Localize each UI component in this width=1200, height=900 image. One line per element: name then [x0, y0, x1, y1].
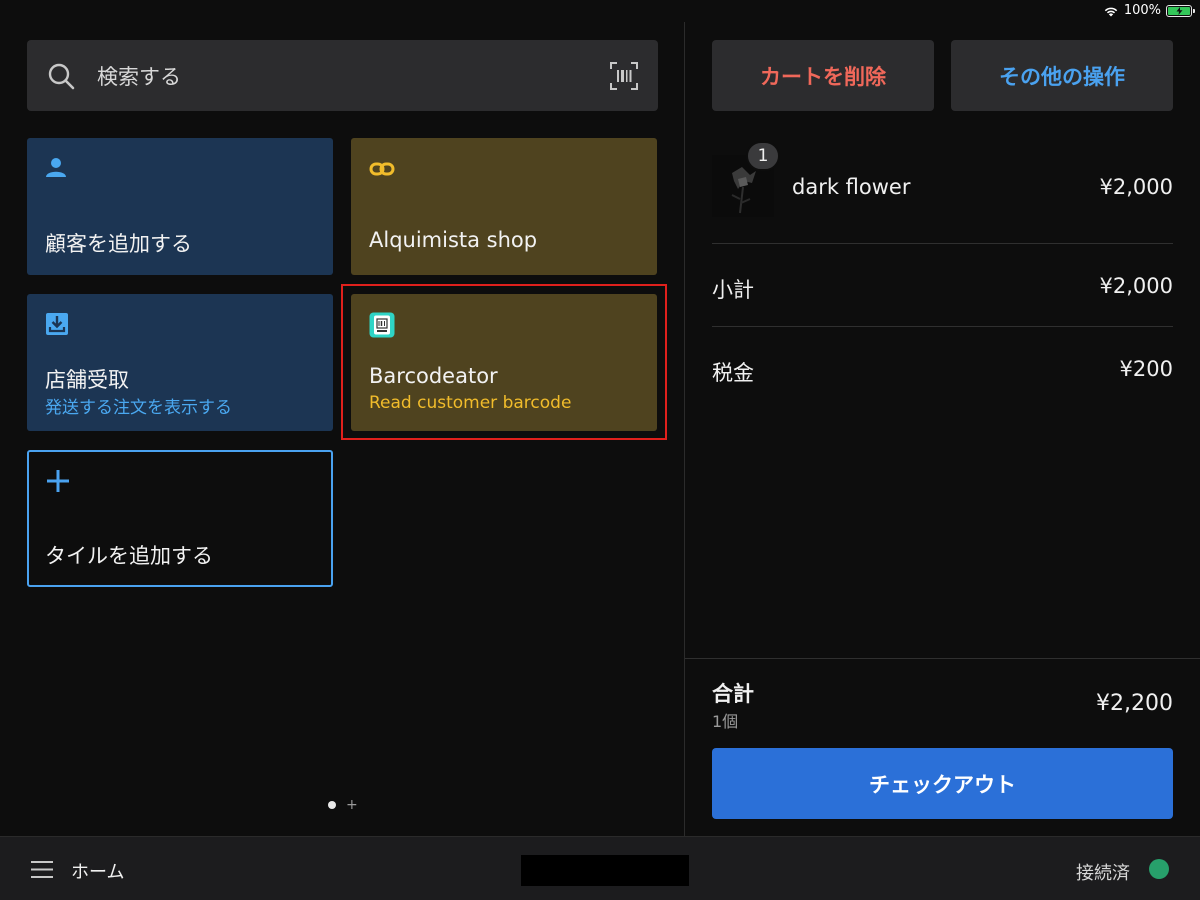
item-price: ¥2,000: [1099, 175, 1173, 199]
tile-title: 顧客を追加する: [45, 232, 192, 256]
tile-subtitle: Read customer barcode: [369, 393, 572, 413]
total-item-count: 1個: [712, 712, 739, 731]
tax-row: 税金 ¥200: [712, 357, 1173, 387]
cart-line-item[interactable]: 1 dark flower ¥2,000: [712, 141, 1173, 219]
tile-title: 店舗受取: [45, 368, 129, 392]
tax-label: 税金: [712, 361, 754, 385]
search-icon: [48, 63, 75, 89]
cart-panel: カートを削除 その他の操作 1 dark flower ¥2,000 小計 ¥2…: [685, 0, 1200, 836]
total-value: ¥2,200: [1096, 691, 1173, 716]
total-label: 合計: [712, 682, 754, 706]
divider: [712, 243, 1173, 244]
barcode-app-icon: [369, 312, 395, 338]
tile-title: タイルを追加する: [45, 544, 213, 568]
left-panel: 検索する 顧客を追加する Alquimista shop 店舗受取 発送する注文…: [0, 0, 684, 836]
connection-status-label: 接続済: [1076, 863, 1130, 884]
menu-icon[interactable]: [31, 861, 53, 878]
tile-subtitle: 発送する注文を表示する: [45, 398, 232, 418]
download-tray-icon: [46, 313, 68, 335]
subtotal-value: ¥2,000: [1099, 274, 1173, 298]
item-name: dark flower: [792, 175, 911, 199]
redacted-block: [521, 855, 689, 886]
connection-status-dot: [1149, 859, 1169, 879]
checkout-button[interactable]: チェックアウト: [712, 748, 1173, 819]
tile-add-customer[interactable]: 顧客を追加する: [27, 138, 333, 275]
quantity-badge: 1: [746, 141, 780, 171]
plus-icon: [47, 470, 69, 492]
link-icon: [369, 162, 395, 176]
tax-value: ¥200: [1119, 357, 1173, 381]
tile-store-pickup[interactable]: 店舗受取 発送する注文を表示する: [27, 294, 333, 431]
bottom-bar: ホーム 接続済: [0, 836, 1200, 900]
tile-title: Alquimista shop: [369, 228, 538, 252]
search-placeholder: 検索する: [97, 64, 181, 89]
add-page-icon[interactable]: +: [346, 798, 358, 812]
page-indicator[interactable]: +: [328, 798, 358, 812]
page-dot-active[interactable]: [328, 801, 336, 809]
subtotal-row: 小計 ¥2,000: [712, 274, 1173, 304]
divider: [685, 658, 1200, 659]
barcode-scan-icon[interactable]: [610, 62, 638, 90]
subtotal-label: 小計: [712, 278, 754, 302]
delete-cart-button[interactable]: カートを削除: [712, 40, 934, 111]
more-actions-button[interactable]: その他の操作: [951, 40, 1173, 111]
person-icon: [46, 158, 66, 177]
tile-add-tile[interactable]: タイルを追加する: [27, 450, 333, 587]
tile-alquimista-shop[interactable]: Alquimista shop: [351, 138, 657, 275]
tile-barcodeator[interactable]: Barcodeator Read customer barcode: [351, 294, 657, 431]
tile-title: Barcodeator: [369, 364, 498, 388]
search-bar[interactable]: 検索する: [27, 40, 658, 111]
divider: [712, 326, 1173, 327]
home-label[interactable]: ホーム: [71, 858, 124, 884]
